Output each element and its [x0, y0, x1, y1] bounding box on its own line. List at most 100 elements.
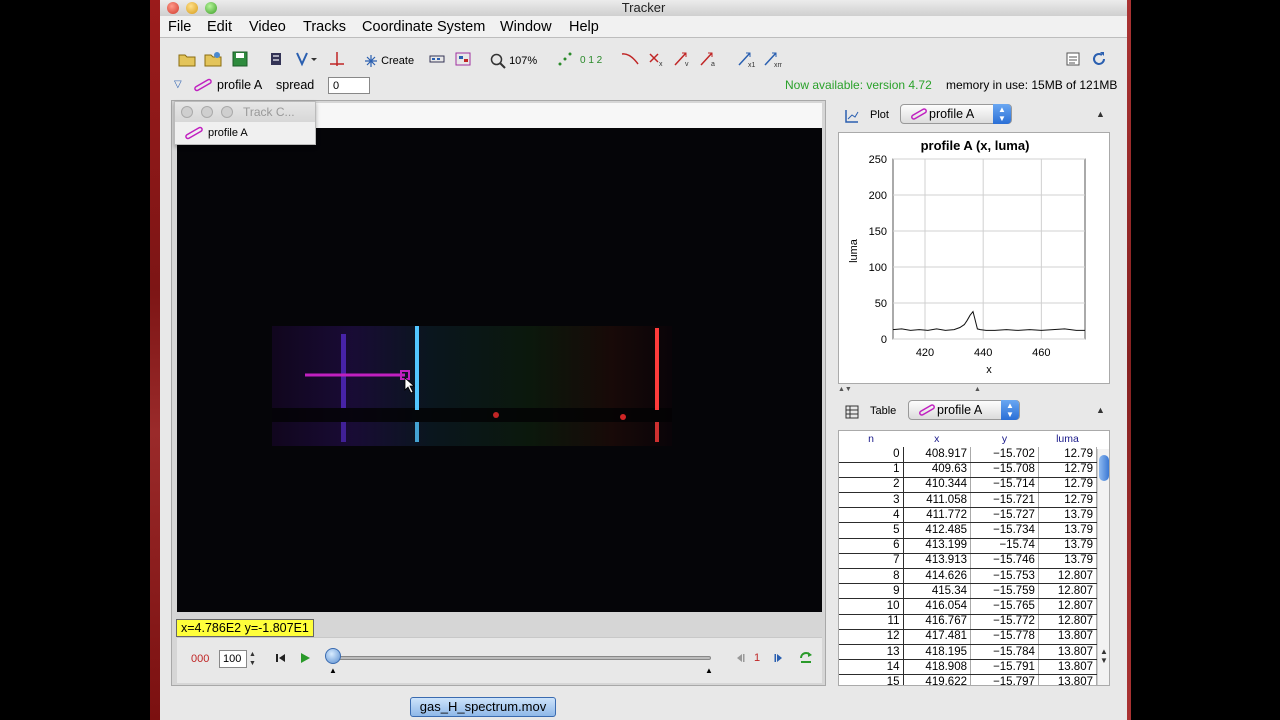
memory-usage[interactable]: memory in use: 15MB of 121MB	[946, 78, 1117, 92]
cyan-emission-line	[415, 326, 419, 410]
chart-xlabel: x	[986, 364, 992, 376]
axis-xm-icon[interactable]: xm	[762, 50, 782, 72]
plot-collapse-icon[interactable]: ▲	[1096, 109, 1105, 119]
column-header-n[interactable]: n	[839, 431, 903, 447]
axes-icon[interactable]	[328, 50, 346, 72]
zoom-button[interactable]: 107%	[490, 50, 537, 72]
table-scrollbar-thumb[interactable]	[1099, 455, 1109, 481]
table-row[interactable]: 1 409.63 −15.708 12.79	[839, 462, 1098, 478]
start-frame-marker[interactable]: ▲	[329, 666, 337, 675]
step-forward-button[interactable]	[773, 652, 785, 667]
plot-track-dropdown[interactable]: profile A ▲ ▼	[900, 104, 1012, 124]
save-icon[interactable]	[231, 50, 249, 72]
track-bar: ▽ profile A spread Now available: versio…	[170, 76, 1118, 96]
table-row[interactable]: 13 418.195 −15.784 13.807	[839, 644, 1098, 661]
table-row[interactable]: 0 408.917 −15.702 12.79	[839, 447, 1098, 463]
column-header-y[interactable]: y	[971, 431, 1039, 447]
table-row[interactable]: 15 419.622 −15.797 13.807	[839, 674, 1098, 685]
table-scroll-arrows-icon[interactable]: ▲ ▼	[1100, 647, 1108, 665]
close-window-button[interactable]	[167, 2, 179, 14]
play-button[interactable]	[299, 652, 311, 667]
column-header-x[interactable]: x	[903, 431, 971, 447]
table-collapse-icon[interactable]: ▲	[1096, 405, 1105, 415]
velocity-icon[interactable]: v	[672, 50, 692, 72]
table-row[interactable]: 8 414.626 −15.753 12.807	[839, 568, 1098, 585]
trail-icon[interactable]	[556, 50, 574, 72]
table-dropdown-label: profile A	[937, 403, 983, 417]
open-library-icon[interactable]	[204, 50, 222, 72]
track-control-minimize-button[interactable]	[201, 106, 213, 118]
refresh-icon[interactable]	[1090, 50, 1108, 72]
profile-track-icon	[183, 125, 205, 144]
y-tick-label: 150	[869, 226, 887, 238]
step-labels-icon[interactable]: 0 1 2	[580, 50, 602, 72]
menu-help[interactable]: Help	[569, 18, 599, 36]
menu-coordinate-system[interactable]: Coordinate System	[362, 18, 485, 36]
table-row[interactable]: 4 411.772 −15.727 13.79	[839, 507, 1098, 524]
end-frame-marker[interactable]: ▲	[705, 666, 713, 675]
splitter-handle[interactable]: ▲▼ ▲	[838, 386, 1110, 396]
video-view[interactable]	[177, 128, 822, 612]
update-notice[interactable]: Now available: version 4.72	[785, 78, 932, 92]
table-row[interactable]: 9 415.34 −15.759 12.807	[839, 583, 1098, 600]
cell-x: 409.63	[903, 462, 971, 478]
video-slider-track[interactable]	[329, 656, 711, 660]
table-row[interactable]: 3 411.058 −15.721 12.79	[839, 492, 1098, 509]
table-row[interactable]: 11 416.767 −15.772 12.807	[839, 614, 1098, 630]
path-icon[interactable]	[620, 50, 640, 72]
x-tick-label: 420	[916, 347, 934, 359]
acceleration-icon[interactable]: a	[698, 50, 718, 72]
create-track-button[interactable]: Create	[364, 50, 414, 72]
track-control-profile-button[interactable]: profile A	[175, 123, 315, 144]
column-header-luma[interactable]: luma	[1038, 431, 1096, 447]
track-list-icon[interactable]	[428, 50, 446, 72]
table-row[interactable]: 2 410.344 −15.714 12.79	[839, 477, 1098, 494]
spread-field[interactable]	[328, 77, 370, 94]
menu-window[interactable]: Window	[500, 18, 552, 36]
table-track-dropdown[interactable]: profile A ▲ ▼	[908, 400, 1020, 420]
step-size-field[interactable]	[219, 650, 247, 668]
window-title: Tracker	[621, 0, 666, 15]
cell-n: 5	[839, 522, 904, 539]
plot-view[interactable]: profile A (x, luma) x luma 420 440 460 0 50 1…	[838, 132, 1110, 384]
calibration-tools-icon[interactable]	[294, 50, 318, 72]
track-menu-triangle-icon[interactable]: ▽	[174, 79, 182, 90]
data-table-view[interactable]: n x y luma 0 408.917 −15.702 12.79 1 409.63 −1…	[838, 430, 1110, 686]
zoom-window-button[interactable]	[205, 2, 217, 14]
selection-icon[interactable]	[454, 50, 472, 72]
clip-settings-icon[interactable]	[268, 50, 284, 72]
menu-tracks[interactable]: Tracks	[303, 18, 346, 36]
track-name[interactable]: profile A	[217, 78, 262, 92]
cell-y: −15.708	[970, 462, 1039, 478]
cell-n: 4	[839, 507, 904, 524]
menu-video[interactable]: Video	[249, 18, 286, 36]
create-label: Create	[381, 55, 415, 67]
position-icon[interactable]: x	[646, 50, 666, 72]
table-row[interactable]: 7 413.913 −15.746 13.79	[839, 553, 1098, 570]
table-row[interactable]: 10 416.054 −15.765 12.807	[839, 598, 1098, 615]
table-scrollbar[interactable]: ▲ ▼	[1097, 449, 1109, 685]
table-row[interactable]: 14 418.908 −15.791 13.807	[839, 659, 1098, 676]
track-control-zoom-button[interactable]	[221, 106, 233, 118]
cell-luma: 13.79	[1038, 538, 1098, 554]
video-slider-thumb[interactable]	[325, 648, 341, 664]
menu-edit[interactable]: Edit	[207, 18, 232, 36]
rewind-button[interactable]	[275, 652, 287, 667]
file-name-tab[interactable]: gas_H_spectrum.mov	[410, 697, 556, 717]
loop-icon[interactable]	[799, 651, 813, 668]
notes-icon[interactable]	[1065, 50, 1081, 72]
table-row[interactable]: 5 412.485 −15.734 13.79	[839, 522, 1098, 539]
cell-x: 408.917	[903, 447, 971, 463]
step-size-spinner[interactable]: ▲ ▼	[249, 650, 259, 668]
table-row[interactable]: 12 417.481 −15.778 13.807	[839, 629, 1098, 645]
spread-label: spread	[276, 78, 315, 92]
step-back-button[interactable]	[734, 652, 746, 667]
open-folder-icon[interactable]	[178, 50, 196, 72]
menu-file[interactable]: File	[168, 18, 191, 36]
table-row[interactable]: 6 413.199 −15.74 13.79	[839, 538, 1098, 554]
minimize-window-button[interactable]	[186, 2, 198, 14]
cell-luma: 12.79	[1038, 462, 1098, 478]
axis-x1-icon[interactable]: x1	[736, 50, 756, 72]
cell-luma: 13.807	[1038, 629, 1098, 645]
track-control-close-button[interactable]	[181, 106, 193, 118]
